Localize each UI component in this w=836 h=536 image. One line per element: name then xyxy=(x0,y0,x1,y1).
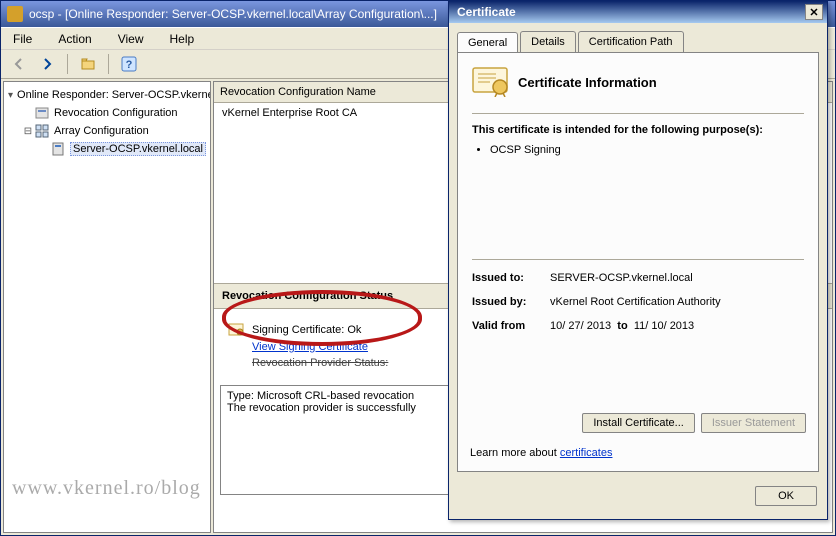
server-icon xyxy=(50,141,66,157)
config-icon xyxy=(34,105,50,121)
collapse-icon[interactable]: ⊟ xyxy=(22,126,34,137)
menu-view[interactable]: View xyxy=(112,30,150,48)
install-certificate-button[interactable]: Install Certificate... xyxy=(582,413,694,433)
valid-to-word: to xyxy=(617,320,627,332)
watermark: www.vkernel.ro/blog xyxy=(12,477,201,500)
help-button[interactable]: ? xyxy=(117,52,141,76)
separator xyxy=(472,113,804,114)
valid-from-label: Valid from xyxy=(472,320,550,332)
close-icon: ✕ xyxy=(809,6,818,19)
valid-from-value: 10/ 27/ 2013 xyxy=(550,320,611,332)
cert-dialog-titlebar[interactable]: Certificate ✕ xyxy=(449,1,827,23)
certificate-icon xyxy=(228,323,244,337)
learn-more-link[interactable]: certificates xyxy=(560,447,613,459)
svg-text:?: ? xyxy=(126,59,133,71)
tree-revoc-config[interactable]: Revocation Configuration xyxy=(6,104,208,122)
toolbar-sep xyxy=(67,54,68,74)
learn-more-prefix: Learn more about xyxy=(470,447,560,459)
issued-by-label: Issued by: xyxy=(472,296,550,308)
issuer-statement-button[interactable]: Issuer Statement xyxy=(701,413,806,433)
collapse-icon[interactable]: ▾ xyxy=(8,90,13,101)
cert-dialog-title: Certificate xyxy=(457,5,516,19)
tree-server-node[interactable]: Server-OCSP.vkernel.local xyxy=(6,140,208,158)
tree-root-label: Online Responder: Server-OCSP.vkernel xyxy=(17,89,211,101)
tree-array-label: Array Configuration xyxy=(54,125,149,137)
tree-server-label: Server-OCSP.vkernel.local xyxy=(70,142,206,156)
tab-general[interactable]: General xyxy=(457,32,518,53)
tree-array-config[interactable]: ⊟ Array Configuration xyxy=(6,122,208,140)
folder-icon xyxy=(81,57,95,71)
tree-pane[interactable]: ▾ Online Responder: Server-OCSP.vkernel … xyxy=(3,81,211,533)
tab-details[interactable]: Details xyxy=(520,31,576,52)
tree-root[interactable]: ▾ Online Responder: Server-OCSP.vkernel xyxy=(6,86,208,104)
certificate-icon xyxy=(472,67,508,97)
issued-by-value: vKernel Root Certification Authority xyxy=(550,296,804,308)
menu-action[interactable]: Action xyxy=(52,30,97,48)
valid-range: 10/ 27/ 2013 to 11/ 10/ 2013 xyxy=(550,320,804,332)
properties-button[interactable] xyxy=(76,52,100,76)
issued-to-value: SERVER-OCSP.vkernel.local xyxy=(550,272,804,284)
app-icon xyxy=(7,6,23,22)
toolbar-sep xyxy=(108,54,109,74)
array-icon xyxy=(34,123,50,139)
ok-button[interactable]: OK xyxy=(755,486,817,506)
arrow-left-icon xyxy=(12,57,26,71)
purpose-item: OCSP Signing xyxy=(490,144,804,156)
arrow-right-icon xyxy=(40,57,54,71)
certificate-dialog: Certificate ✕ General Details Certificat… xyxy=(448,0,828,520)
help-icon: ? xyxy=(121,56,137,72)
learn-more: Learn more about certificates xyxy=(470,447,612,459)
valid-to-value: 11/ 10/ 2013 xyxy=(634,320,694,332)
signing-cert-text: Signing Certificate: Ok xyxy=(252,324,361,336)
separator xyxy=(472,259,804,260)
tab-certification-path[interactable]: Certification Path xyxy=(578,31,684,52)
close-button[interactable]: ✕ xyxy=(805,4,823,20)
revoc-provider-status: Revocation Provider Status: xyxy=(252,357,388,369)
nav-back-button[interactable] xyxy=(7,52,31,76)
issued-to-label: Issued to: xyxy=(472,272,550,284)
view-signing-cert-link[interactable]: View Signing Certificate xyxy=(252,341,368,353)
purpose-list: OCSP Signing xyxy=(472,144,804,156)
nav-forward-button[interactable] xyxy=(35,52,59,76)
menu-file[interactable]: File xyxy=(7,30,38,48)
window-title: ocsp - [Online Responder: Server-OCSP.vk… xyxy=(29,7,437,21)
tree-revoc-label: Revocation Configuration xyxy=(54,107,178,119)
cert-info-heading: Certificate Information xyxy=(518,75,657,90)
cert-tabstrip: General Details Certification Path xyxy=(449,23,827,52)
tab-panel-general: Certificate Information This certificate… xyxy=(457,52,819,472)
menu-help[interactable]: Help xyxy=(164,30,201,48)
purpose-intro: This certificate is intended for the fol… xyxy=(472,124,804,136)
